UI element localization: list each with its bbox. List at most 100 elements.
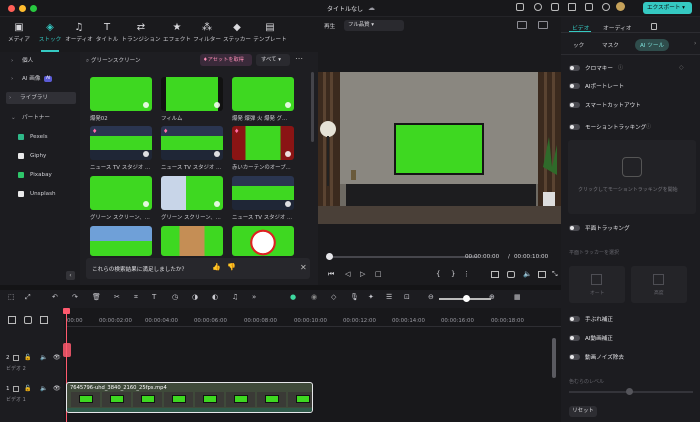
undo-icon[interactable]: ↶ [52,293,58,301]
plane-option-advanced[interactable]: 高度 [631,266,687,303]
camera-icon[interactable] [507,271,515,278]
download-icon[interactable] [143,201,149,207]
crop-icon[interactable]: ⌗ [134,293,138,302]
get-assets-button[interactable]: ♦アセットを取得 [200,54,252,66]
add-track-icon[interactable] [8,316,16,324]
link-icon[interactable] [24,316,32,324]
tab-transition[interactable]: ⇄ トランジション [121,22,161,48]
sidebar-item-giphy[interactable]: Giphy [8,150,70,162]
fullscreen-icon[interactable]: ⤡ [552,270,558,279]
snap-icon[interactable] [40,316,48,324]
safe-zone-icon[interactable] [538,271,546,278]
close-feedback-icon[interactable]: ✕ [300,263,307,272]
preview-tab[interactable]: 再生 [324,22,335,30]
zoom-out-icon[interactable]: ⊖ [428,293,434,301]
asset-thumbnail[interactable]: ♦ [90,126,152,160]
tool-toggle[interactable] [569,65,580,71]
close-window-button[interactable] [8,5,15,12]
playhead-marker[interactable] [63,343,71,357]
save-icon[interactable] [568,3,576,11]
redo-icon[interactable]: ↷ [72,293,78,301]
visibility-icon[interactable]: 👁 [53,354,61,361]
play-reverse-icon[interactable]: ◁ [345,270,350,278]
tool-toggle[interactable] [569,83,580,89]
keyframe-icon[interactable]: ◇ [679,64,684,71]
mask-icon[interactable]: ◐ [212,293,218,301]
quality-select[interactable]: フル品質 ▾ [344,20,404,31]
tab-title[interactable]: T タイトル [95,22,119,48]
asset-thumbnail[interactable]: ♦ [161,126,223,160]
tab-media[interactable]: ▣ メディア [4,22,34,48]
playback-progress[interactable] [328,256,478,258]
sidebar-item-unsplash[interactable]: Unsplash [8,188,70,200]
tab-stock[interactable]: ◈ ストック [37,22,63,52]
asset-thumbnail[interactable] [90,176,152,210]
asset-thumbnail[interactable] [90,77,152,111]
color-tab-icon[interactable] [651,23,657,30]
voice-icon[interactable]: ☰ [386,293,392,301]
download-icon[interactable] [285,201,291,207]
plane-tracking-toggle[interactable] [569,225,580,231]
asset-thumbnail[interactable]: ♦ [232,126,294,160]
plane-option-auto[interactable]: オート [569,266,625,303]
download-icon[interactable] [285,102,291,108]
split-icon[interactable]: ✂ [114,293,120,301]
download-icon[interactable] [214,102,220,108]
audio-detach-icon[interactable]: ♫ [232,293,238,301]
template-save-icon[interactable] [551,3,559,11]
sidebar-item-ai-image[interactable]: › AI 画像 AI [8,73,70,85]
asset-thumbnail[interactable] [232,176,294,210]
prev-frame-icon[interactable]: ⏮ [328,270,334,279]
tool-toggle[interactable] [569,354,580,360]
download-icon[interactable] [214,151,220,157]
reset-button[interactable]: リセット [569,406,597,417]
mute-icon[interactable]: 🔈 [40,354,47,361]
tab-template[interactable]: ▤ テンプレート [253,22,287,48]
tab-sticker[interactable]: ◆ ステッカー [222,22,252,48]
playhead-handle[interactable] [63,308,70,314]
sidebar-item-partners[interactable]: ⌄ パートナー [8,112,70,124]
lock-icon[interactable]: 🔓 [24,385,31,392]
snapshot-icon[interactable]: ⊡ [404,293,410,301]
mark-in-icon[interactable]: { [436,270,440,278]
minimize-window-button[interactable] [19,5,26,12]
sidebar-item-pexels[interactable]: Pexels [8,131,70,143]
download-icon[interactable] [143,151,149,157]
filter-select[interactable]: すべて ▾ [256,54,290,66]
subtab-scroll-icon[interactable]: › [694,40,696,47]
help-icon[interactable]: ⓘ [618,64,623,71]
asset-thumbnail[interactable] [232,77,294,111]
visibility-icon[interactable]: 👁 [53,385,61,392]
upload-icon[interactable] [516,3,524,11]
more-options-icon[interactable]: ⋯ [295,54,303,63]
volume-icon[interactable]: 🔈 [523,270,532,278]
download-icon[interactable] [143,102,149,108]
collapse-sidebar-icon[interactable]: ‹ [66,271,75,280]
ai-icon[interactable]: ✦ [368,293,374,301]
asset-thumbnail[interactable] [161,226,223,256]
tool-toggle[interactable] [569,102,580,108]
monitor-icon[interactable] [491,271,499,278]
thumbs-down-icon[interactable]: 👎 [227,263,236,271]
download-icon[interactable] [602,3,610,11]
level-slider-handle[interactable] [626,388,633,395]
play-icon[interactable]: ▷ [360,270,365,278]
render-icon[interactable]: ● [290,293,296,301]
download-icon[interactable] [285,151,291,157]
asset-thumbnail[interactable] [161,176,223,210]
color-icon[interactable]: ◑ [192,293,198,301]
search-input[interactable]: ⌕ グリーンスクリーン [86,55,196,67]
mark-out-icon[interactable]: } [451,270,455,278]
subtab-0[interactable]: ック [573,41,584,49]
download-icon[interactable] [214,201,220,207]
maximize-window-button[interactable] [30,5,37,12]
tab-filter[interactable]: ⁂ フィルター [193,22,221,48]
layout-icon[interactable]: ▦ [514,293,521,301]
tab-effect[interactable]: ★ エフェクト [163,22,191,48]
progress-handle[interactable] [326,253,333,260]
snapshot-icon[interactable] [538,21,548,29]
tab-audio[interactable]: ♫ オーディオ [65,22,93,48]
asset-thumbnail[interactable] [90,226,152,256]
tool-toggle[interactable] [569,124,580,130]
tool-toggle[interactable] [569,316,580,322]
